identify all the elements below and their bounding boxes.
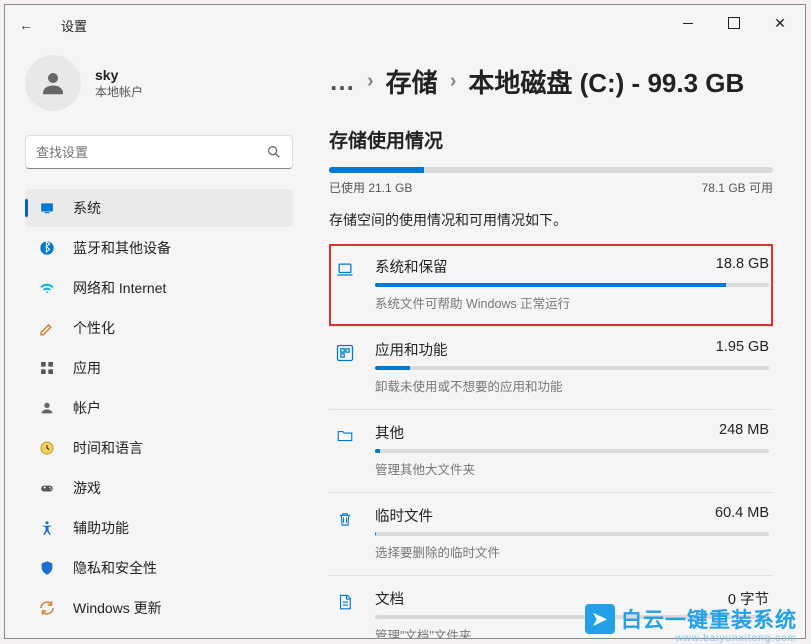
category-size: 1.95 GB <box>716 339 769 360</box>
sidebar-item-accessibility[interactable]: 辅助功能 <box>25 509 293 547</box>
time-icon <box>37 438 57 458</box>
minimize-button[interactable] <box>665 7 711 39</box>
breadcrumb-disk: 本地磁盘 (C:) - 99.3 GB <box>468 63 744 100</box>
storage-category-trash[interactable]: 临时文件 60.4 MB 选择要删除的临时文件 <box>329 492 773 575</box>
gaming-icon <box>37 478 57 498</box>
sidebar-item-label: 辅助功能 <box>73 518 129 538</box>
category-size: 248 MB <box>719 422 769 443</box>
sidebar-item-label: 帐户 <box>73 398 101 418</box>
back-button[interactable]: ← <box>19 17 49 33</box>
category-title: 系统和保留 <box>375 256 448 277</box>
apps-icon <box>37 358 57 378</box>
sidebar-item-label: 应用 <box>73 358 101 378</box>
update-icon <box>37 598 57 618</box>
sidebar-item-apps[interactable]: 应用 <box>25 349 293 387</box>
close-button[interactable]: ✕ <box>757 7 803 39</box>
storage-usage-fill <box>329 167 424 173</box>
section-title: 存储使用情况 <box>329 126 773 153</box>
sidebar-item-time[interactable]: 时间和语言 <box>25 429 293 467</box>
sidebar-item-bluetooth[interactable]: 蓝牙和其他设备 <box>25 229 293 267</box>
network-icon <box>37 278 57 298</box>
sidebar-item-label: 网络和 Internet <box>73 278 166 298</box>
sidebar-item-gaming[interactable]: 游戏 <box>25 469 293 507</box>
storage-category-folder[interactable]: 其他 248 MB 管理其他大文件夹 <box>329 409 773 492</box>
sidebar-item-privacy[interactable]: 隐私和安全性 <box>25 549 293 587</box>
watermark-logo-icon: ➤ <box>585 604 615 634</box>
avatar-icon <box>25 55 81 111</box>
category-title: 临时文件 <box>375 505 433 526</box>
watermark: ➤ 白云一键重装系统 www.baiyunxitong.com <box>585 604 797 634</box>
breadcrumb-ellipsis[interactable]: … <box>329 66 355 97</box>
storage-usage-bar <box>329 167 773 173</box>
sidebar-item-label: 隐私和安全性 <box>73 558 157 578</box>
category-bar <box>375 283 769 287</box>
accessibility-icon <box>37 518 57 538</box>
storage-category-apps-square[interactable]: 应用和功能 1.95 GB 卸载未使用或不想要的应用和功能 <box>329 326 773 409</box>
sidebar-item-accounts[interactable]: 帐户 <box>25 389 293 427</box>
category-title: 应用和功能 <box>375 339 448 360</box>
sidebar-nav: 系统蓝牙和其他设备网络和 Internet 个性化应用帐户时间和语言游戏辅助功能隐… <box>25 189 293 627</box>
sidebar-item-update[interactable]: Windows 更新 <box>25 589 293 627</box>
sidebar-item-network[interactable]: 网络和 Internet <box>25 269 293 307</box>
free-label: 78.1 GB 可用 <box>702 179 773 196</box>
sidebar-item-system[interactable]: 系统 <box>25 189 293 227</box>
category-bar <box>375 449 769 453</box>
category-title: 文档 <box>375 588 404 609</box>
sidebar-item-label: 时间和语言 <box>73 438 143 458</box>
sidebar-item-label: 个性化 <box>73 318 115 338</box>
breadcrumb-storage[interactable]: 存储 <box>386 63 438 100</box>
category-subtext: 系统文件可帮助 Windows 正常运行 <box>375 293 769 312</box>
category-subtext: 选择要删除的临时文件 <box>375 542 769 561</box>
chevron-right-icon: › <box>450 70 457 93</box>
sidebar-item-label: Windows 更新 <box>73 598 162 618</box>
category-size: 18.8 GB <box>716 256 769 277</box>
window-title: 设置 <box>61 16 87 35</box>
storage-description: 存储空间的使用情况和可用情况如下。 <box>329 210 773 230</box>
bluetooth-icon <box>37 238 57 258</box>
document-icon <box>333 590 357 614</box>
user-type: 本地帐户 <box>95 83 143 100</box>
privacy-icon <box>37 558 57 578</box>
storage-category-laptop[interactable]: 系统和保留 18.8 GB 系统文件可帮助 Windows 正常运行 <box>329 244 773 326</box>
sidebar-item-label: 蓝牙和其他设备 <box>73 238 171 258</box>
search-icon <box>266 144 282 160</box>
chevron-right-icon: › <box>367 70 374 93</box>
accounts-icon <box>37 398 57 418</box>
laptop-icon <box>333 258 357 282</box>
sidebar-item-label: 游戏 <box>73 478 101 498</box>
category-subtext: 管理其他大文件夹 <box>375 459 769 478</box>
user-profile[interactable]: sky 本地帐户 <box>25 55 293 111</box>
personalize-icon <box>37 318 57 338</box>
sidebar-item-personalize[interactable]: 个性化 <box>25 309 293 347</box>
used-label: 已使用 21.1 GB <box>329 179 412 196</box>
category-size: 60.4 MB <box>715 505 769 526</box>
apps-square-icon <box>333 341 357 365</box>
search-input[interactable] <box>36 145 266 160</box>
system-icon <box>37 198 57 218</box>
user-name: sky <box>95 67 143 83</box>
maximize-button[interactable] <box>711 7 757 39</box>
category-title: 其他 <box>375 422 404 443</box>
sidebar-item-label: 系统 <box>73 198 101 218</box>
category-bar <box>375 366 769 370</box>
folder-icon <box>333 424 357 448</box>
search-box[interactable] <box>25 135 293 169</box>
trash-icon <box>333 507 357 531</box>
category-bar <box>375 532 769 536</box>
category-subtext: 卸载未使用或不想要的应用和功能 <box>375 376 769 395</box>
